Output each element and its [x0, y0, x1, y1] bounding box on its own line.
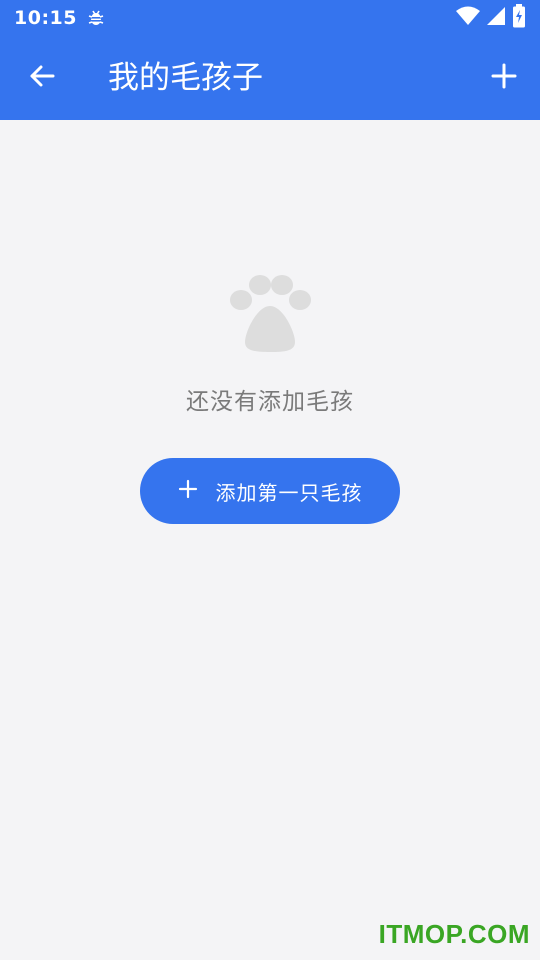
- bug-icon: [87, 9, 105, 27]
- add-first-pet-label: 添加第一只毛孩: [215, 480, 363, 505]
- app-bar: 我的毛孩子: [0, 36, 540, 120]
- status-icons: [456, 4, 526, 32]
- empty-state: 还没有添加毛孩: [0, 270, 540, 416]
- empty-message: 还没有添加毛孩: [186, 389, 354, 415]
- page-title: 我的毛孩子: [108, 60, 263, 96]
- plus-icon: [491, 63, 517, 93]
- wifi-icon: [456, 6, 480, 30]
- signal-icon: [486, 6, 506, 30]
- battery-charging-icon: [512, 4, 526, 32]
- back-button[interactable]: [22, 60, 62, 96]
- add-first-pet-button[interactable]: 添加第一只毛孩: [140, 458, 400, 524]
- watermark: ITMOP.COM: [378, 919, 530, 949]
- add-pet-button[interactable]: [484, 58, 524, 98]
- paw-icon: [227, 270, 313, 354]
- arrow-left-icon: [28, 62, 56, 94]
- status-time: 10:15: [14, 7, 77, 29]
- status-bar: 10:15: [0, 0, 540, 36]
- plus-icon: [178, 478, 198, 504]
